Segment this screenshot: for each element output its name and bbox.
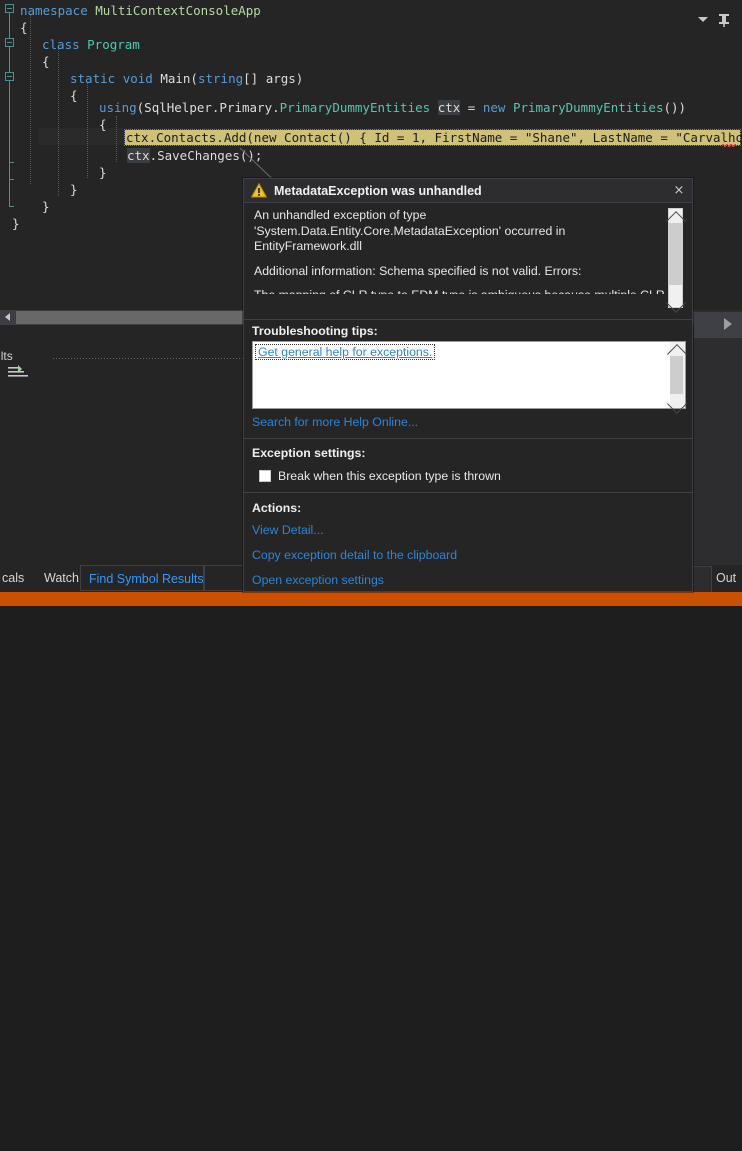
open-exception-settings-link[interactable]: Open exception settings	[252, 573, 384, 587]
tab-find-symbol-results[interactable]: Find Symbol Results	[80, 565, 204, 591]
tab-locals[interactable]: cals	[0, 565, 38, 591]
tool-window-title: ol Results	[0, 349, 13, 363]
tab-empty[interactable]	[204, 565, 248, 591]
tab-output[interactable]: Out	[712, 566, 736, 591]
troubleshooting-tip-link[interactable]: Get general help for exceptions.	[255, 344, 436, 360]
right-dock-panel	[694, 310, 742, 606]
scroll-up-button[interactable]	[667, 342, 687, 364]
break-on-exception-label: Break when this exception type is thrown	[278, 469, 501, 483]
scroll-down-button[interactable]	[666, 293, 686, 313]
play-triangle-icon[interactable]	[724, 318, 732, 330]
exception-message-paragraph: The mapping of CLR type to EDM type is a…	[254, 288, 666, 294]
exception-message-region: An unhandled exception of type 'System.D…	[244, 204, 692, 298]
chevron-left-icon	[5, 313, 10, 321]
scroll-left-button[interactable]	[0, 310, 15, 325]
exception-message-paragraph: Additional information: Schema specified…	[254, 263, 582, 278]
execution-statement-text: ctx.Contacts.Add(new Contact() { Id = 1,…	[126, 130, 742, 145]
troubleshooting-tips-label: Troubleshooting tips:	[252, 324, 378, 338]
error-squiggle	[722, 144, 736, 147]
scrollbar-thumb[interactable]	[670, 356, 683, 394]
exception-settings-label: Exception settings:	[252, 446, 366, 460]
tips-scrollbar[interactable]	[667, 342, 687, 414]
dialog-divider	[244, 492, 692, 493]
dialog-divider	[244, 438, 692, 439]
copy-exception-detail-link[interactable]: Copy exception detail to the clipboard	[252, 548, 457, 562]
dialog-title: MetadataException was unhandled	[274, 184, 482, 198]
troubleshooting-tips-list[interactable]: Get general help for exceptions.	[252, 341, 686, 409]
scroll-down-button[interactable]	[667, 394, 687, 414]
break-on-exception-checkbox[interactable]	[259, 470, 271, 482]
actions-label: Actions:	[252, 501, 302, 515]
status-bar	[0, 592, 742, 606]
pin-icon[interactable]	[718, 14, 730, 27]
exception-message-paragraph: An unhandled exception of type 'System.D…	[254, 208, 566, 253]
dialog-divider	[244, 319, 692, 320]
exception-message-scrollbar[interactable]	[666, 208, 686, 313]
view-detail-link[interactable]: View Detail...	[252, 523, 324, 537]
exception-message-text: An unhandled exception of type 'System.D…	[254, 208, 666, 294]
scroll-up-button[interactable]	[666, 209, 686, 231]
chevron-down-icon[interactable]	[698, 17, 708, 22]
search-help-online-link[interactable]: Search for more Help Online...	[252, 415, 418, 429]
sort-results-icon[interactable]	[8, 365, 30, 379]
warning-triangle-icon	[251, 183, 267, 198]
scrollbar-thumb[interactable]	[669, 223, 682, 285]
close-icon[interactable]: ×	[670, 183, 688, 199]
right-dock-band[interactable]	[694, 312, 742, 338]
